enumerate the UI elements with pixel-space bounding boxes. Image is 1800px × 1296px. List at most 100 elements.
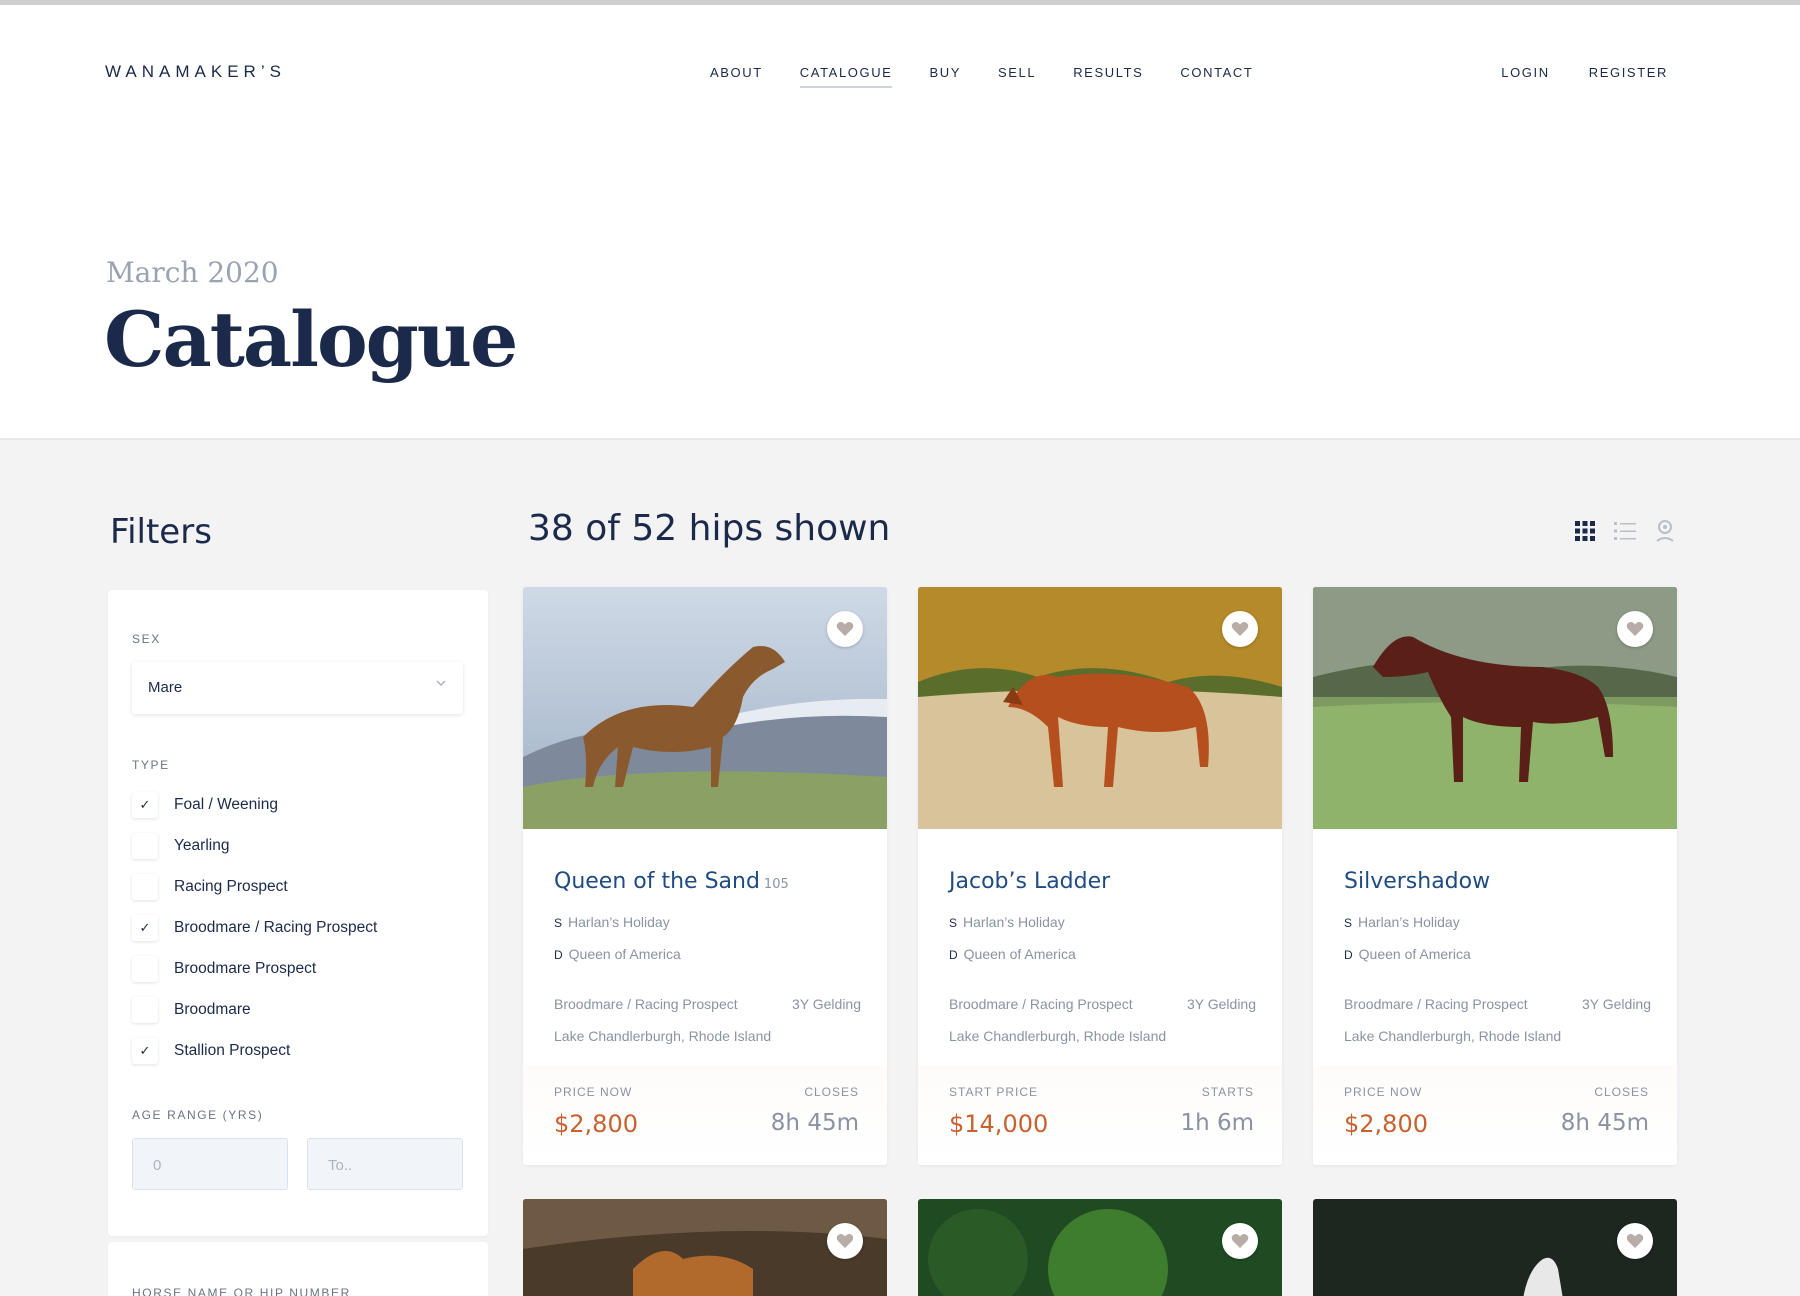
horse-name[interactable]: Queen of the Sand 105 [554, 869, 789, 894]
checkbox[interactable]: ✓ [132, 914, 158, 941]
type-option[interactable]: Yearling [132, 825, 377, 866]
favorite-button[interactable] [1617, 611, 1653, 647]
type-label: TYPE [132, 758, 170, 772]
heart-icon [1231, 622, 1249, 636]
type-option-label: Foal / Weening [174, 795, 278, 813]
horse-photo[interactable] [1313, 587, 1677, 829]
price-label: PRICE NOW [1344, 1085, 1423, 1099]
favorite-button[interactable] [827, 611, 863, 647]
heart-icon [1626, 1234, 1644, 1248]
nav-about[interactable]: ABOUT [710, 65, 763, 88]
checkbox[interactable]: ✓ [132, 1037, 158, 1064]
type-option[interactable]: ✓ Broodmare / Racing Prospect [132, 907, 377, 948]
favorite-button[interactable] [827, 1223, 863, 1259]
type-list: ✓ Foal / Weening Yearling Racing Prospect… [132, 784, 377, 1071]
horse-name-label: HORSE NAME OR HIP NUMBER [132, 1286, 351, 1296]
horse-type: Broodmare / Racing Prospect [949, 996, 1133, 1012]
price-value: $2,800 [1344, 1110, 1428, 1138]
horse-card[interactable] [918, 1199, 1282, 1296]
horse-card[interactable]: Jacob’s Ladder S Harlan’s Holiday D Queen … [918, 587, 1282, 1165]
card-footer: PRICE NOW $2,800 CLOSES 8h 45m [1313, 1065, 1677, 1165]
view-toggle [1574, 520, 1676, 542]
nav-sell[interactable]: SELL [998, 65, 1036, 88]
time-value: 8h 45m [770, 1110, 859, 1136]
horse-type: Broodmare / Racing Prospect [554, 996, 738, 1012]
horse-card[interactable]: Queen of the Sand 105 S Harlan’s Holiday D… [523, 587, 887, 1165]
horse-type: Broodmare / Racing Prospect [1344, 996, 1528, 1012]
type-option[interactable]: Broodmare [132, 989, 377, 1030]
horse-name[interactable]: Silvershadow [1344, 869, 1494, 894]
type-option[interactable]: Racing Prospect [132, 866, 377, 907]
checkbox[interactable] [132, 873, 158, 900]
register-link[interactable]: REGISTER [1589, 65, 1668, 80]
favorite-button[interactable] [1222, 1223, 1258, 1259]
sex-label: SEX [132, 632, 161, 646]
filters-panel-secondary: HORSE NAME OR HIP NUMBER [108, 1242, 488, 1296]
age-range-label: AGE RANGE (YRS) [132, 1108, 264, 1122]
horse-card[interactable]: Silvershadow S Harlan’s Holiday D Queen of… [1313, 587, 1677, 1165]
header: WANAMAKER’S ABOUT CATALOGUE BUY SELL RES… [0, 5, 1800, 440]
sire-line: S Harlan’s Holiday [554, 914, 670, 930]
horse-age-sex: 3Y Gelding [1186, 996, 1256, 1012]
horse-card[interactable] [523, 1199, 887, 1296]
dam-line: D Queen of America [554, 946, 681, 962]
nav-results[interactable]: RESULTS [1073, 65, 1143, 88]
heart-icon [836, 622, 854, 636]
page-title: Catalogue [104, 295, 518, 384]
nav-catalogue[interactable]: CATALOGUE [799, 65, 893, 88]
horse-location: Lake Chandlerburgh, Rhode Island [554, 1028, 772, 1044]
login-link[interactable]: LOGIN [1501, 65, 1549, 80]
chevron-down-icon [435, 676, 447, 692]
price-label: PRICE NOW [554, 1085, 633, 1099]
checkbox[interactable] [132, 996, 158, 1023]
type-option[interactable]: ✓ Stallion Prospect [132, 1030, 377, 1071]
favorite-button[interactable] [1222, 611, 1258, 647]
hip-number: 105 [763, 877, 789, 892]
time-value: 1h 6m [1180, 1110, 1254, 1136]
sire-line: S Harlan’s Holiday [949, 914, 1065, 930]
type-option-label: Broodmare / Racing Prospect [174, 918, 378, 936]
filters-panel: SEX Mare TYPE ✓ Foal / Weening Yearling R… [108, 590, 488, 1236]
horse-age-sex: 3Y Gelding [791, 996, 861, 1012]
type-option-label: Racing Prospect [174, 877, 288, 895]
map-pin-icon[interactable] [1654, 520, 1676, 542]
type-option-label: Stallion Prospect [174, 1041, 291, 1059]
horse-location: Lake Chandlerburgh, Rhode Island [949, 1028, 1167, 1044]
type-option-label: Broodmare [174, 1000, 251, 1018]
horse-card[interactable] [1313, 1199, 1677, 1296]
brand-logo[interactable]: WANAMAKER’S [105, 62, 286, 82]
time-label: CLOSES [804, 1085, 859, 1099]
time-label: CLOSES [1594, 1085, 1649, 1099]
checkbox[interactable]: ✓ [132, 791, 158, 818]
card-footer: START PRICE $14,000 STARTS 1h 6m [918, 1065, 1282, 1165]
checkbox[interactable] [132, 832, 158, 859]
list-view-icon[interactable] [1614, 520, 1636, 542]
type-option-label: Broodmare Prospect [174, 959, 317, 977]
card-footer: PRICE NOW $2,800 CLOSES 8h 45m [523, 1065, 887, 1165]
sire-line: S Harlan’s Holiday [1344, 914, 1460, 930]
horse-name[interactable]: Jacob’s Ladder [949, 869, 1114, 894]
nav-contact[interactable]: CONTACT [1180, 65, 1253, 88]
price-label: START PRICE [949, 1085, 1039, 1099]
age-to-input[interactable]: To.. [307, 1138, 463, 1190]
filters-heading: Filters [110, 512, 212, 552]
price-value: $2,800 [554, 1110, 638, 1138]
horse-photo[interactable] [918, 587, 1282, 829]
type-option[interactable]: ✓ Foal / Weening [132, 784, 377, 825]
type-option[interactable]: Broodmare Prospect [132, 948, 377, 989]
favorite-button[interactable] [1617, 1223, 1653, 1259]
checkbox[interactable] [132, 955, 158, 982]
dam-line: D Queen of America [1344, 946, 1471, 962]
grid-view-icon[interactable] [1574, 520, 1596, 542]
price-value: $14,000 [949, 1110, 1049, 1138]
age-from-input[interactable]: 0 [132, 1138, 288, 1190]
type-option-label: Yearling [174, 836, 230, 854]
heart-icon [1231, 1234, 1249, 1248]
time-label: STARTS [1201, 1085, 1254, 1099]
nav-buy[interactable]: BUY [929, 65, 961, 88]
auth-nav: LOGIN REGISTER [1462, 65, 1668, 80]
horse-photo[interactable] [523, 587, 887, 829]
heart-icon [836, 1234, 854, 1248]
sex-select[interactable]: Mare [132, 662, 463, 714]
sex-select-value: Mare [148, 679, 183, 696]
